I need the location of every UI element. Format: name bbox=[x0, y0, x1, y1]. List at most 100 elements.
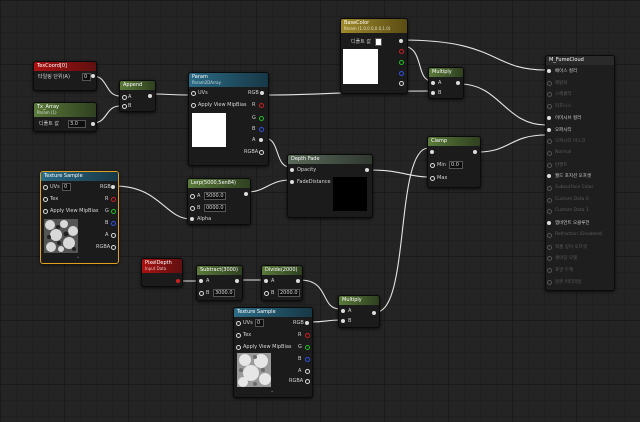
material-input-pin[interactable] bbox=[547, 104, 552, 110]
material-input-pin[interactable] bbox=[547, 115, 551, 120]
input-pin[interactable] bbox=[236, 333, 241, 338]
material-input-pin[interactable] bbox=[547, 232, 552, 238]
chevron-down-icon[interactable]: ⌄ bbox=[76, 254, 80, 260]
output-pin-red[interactable] bbox=[399, 49, 404, 54]
subtract-node[interactable]: Subtract(3000) A B 3000.0 bbox=[196, 265, 243, 301]
output-pin[interactable] bbox=[111, 233, 116, 238]
output-pin[interactable] bbox=[111, 245, 116, 250]
pixeldepth-node[interactable]: PixelDepth Input Data bbox=[141, 258, 183, 287]
output-pin[interactable] bbox=[259, 138, 263, 142]
output-pin[interactable] bbox=[111, 185, 115, 189]
value-field[interactable]: 0 bbox=[255, 319, 264, 327]
material-input-pin[interactable] bbox=[547, 139, 552, 145]
texture-sample-left-node[interactable]: Texture Sample UVs 0 Tex Apply View MipB… bbox=[40, 171, 119, 264]
material-input-pin[interactable] bbox=[547, 221, 551, 226]
output-pin[interactable] bbox=[372, 311, 376, 315]
material-input-pin[interactable] bbox=[547, 279, 552, 285]
material-input-pin[interactable] bbox=[547, 92, 552, 98]
input-pin[interactable] bbox=[431, 81, 435, 85]
input-pin[interactable] bbox=[190, 206, 195, 211]
color-swatch[interactable] bbox=[375, 38, 382, 46]
output-pin[interactable] bbox=[176, 279, 180, 283]
output-pin[interactable] bbox=[473, 150, 477, 154]
input-pin[interactable] bbox=[431, 91, 435, 95]
input-pin[interactable] bbox=[290, 180, 294, 184]
basecolor-node[interactable]: BaseColor Param (1.0,0.0,0.0,1.0) 디폴트 값 bbox=[340, 18, 408, 94]
value-field[interactable]: 0000.0 bbox=[204, 204, 226, 212]
material-input-pin[interactable] bbox=[547, 244, 552, 250]
output-pin-green[interactable] bbox=[111, 209, 116, 214]
output-pin[interactable] bbox=[235, 279, 239, 283]
output-pin-blue[interactable] bbox=[305, 357, 310, 362]
output-pin[interactable] bbox=[305, 321, 309, 325]
output-pin[interactable] bbox=[91, 74, 95, 78]
output-pin[interactable] bbox=[399, 81, 404, 86]
divide-node[interactable]: Divide(2000) A B 2000.0 bbox=[261, 265, 303, 301]
value-field[interactable]: 3000.0 bbox=[213, 289, 235, 297]
input-pin[interactable] bbox=[430, 163, 435, 168]
output-pin-red[interactable] bbox=[111, 197, 116, 202]
input-pin[interactable] bbox=[236, 345, 241, 350]
material-input-pin[interactable] bbox=[547, 127, 551, 132]
param-node[interactable]: Param Param2DArray UVs Apply View MipBias… bbox=[188, 72, 269, 166]
input-pin[interactable] bbox=[190, 194, 195, 199]
output-pin-green[interactable] bbox=[305, 345, 310, 350]
value-field[interactable]: 3.0 bbox=[68, 120, 86, 128]
multiply-top-node[interactable]: Multiply A B bbox=[428, 67, 464, 99]
material-input-pin[interactable] bbox=[547, 197, 552, 203]
material-input-pin[interactable] bbox=[547, 69, 551, 73]
value-field[interactable]: 0.0 bbox=[449, 161, 463, 169]
input-pin[interactable] bbox=[199, 291, 204, 296]
input-pin[interactable] bbox=[122, 95, 127, 100]
output-pin[interactable] bbox=[296, 279, 300, 283]
output-pin[interactable] bbox=[399, 39, 403, 43]
input-pin[interactable] bbox=[191, 103, 196, 108]
tex-array-node[interactable]: Tx_Array Param (1) 디폴트 값 3.0 bbox=[33, 102, 97, 132]
material-input-pin[interactable] bbox=[547, 162, 552, 168]
input-pin[interactable] bbox=[43, 209, 48, 214]
output-pin[interactable] bbox=[148, 94, 152, 98]
input-pin[interactable] bbox=[341, 309, 345, 313]
output-pin[interactable] bbox=[456, 81, 460, 85]
output-pin-blue[interactable] bbox=[399, 71, 404, 76]
output-pin-red[interactable] bbox=[259, 103, 264, 108]
output-pin[interactable] bbox=[260, 91, 264, 95]
value-field[interactable]: 5000.0 bbox=[204, 192, 226, 200]
value-field[interactable]: 2000.0 bbox=[278, 289, 300, 297]
output-pin-blue[interactable] bbox=[111, 221, 116, 226]
clamp-node[interactable]: Clamp Min 0.0 Max bbox=[427, 136, 481, 188]
material-input-pin[interactable] bbox=[547, 80, 552, 86]
output-pin-green[interactable] bbox=[399, 60, 404, 65]
output-pin-blue[interactable] bbox=[259, 127, 264, 132]
output-pin[interactable] bbox=[91, 122, 95, 126]
material-input-pin[interactable] bbox=[547, 256, 552, 262]
input-pin[interactable] bbox=[290, 168, 294, 172]
input-pin[interactable] bbox=[264, 291, 269, 296]
input-pin[interactable] bbox=[190, 217, 194, 221]
output-pin[interactable] bbox=[305, 379, 310, 384]
input-pin[interactable] bbox=[43, 185, 48, 190]
input-pin[interactable] bbox=[236, 321, 241, 326]
input-pin[interactable] bbox=[43, 197, 48, 202]
chevron-down-icon[interactable]: ⌄ bbox=[270, 388, 274, 394]
output-pin-red[interactable] bbox=[305, 333, 310, 338]
texcoord-node[interactable]: TexCoord[0] 타일링 단위(A) 0 bbox=[33, 61, 97, 91]
append-node[interactable]: Append A B bbox=[119, 80, 156, 112]
output-pin[interactable] bbox=[365, 168, 369, 172]
output-pin-green[interactable] bbox=[259, 116, 264, 121]
output-pin[interactable] bbox=[244, 192, 248, 196]
input-pin[interactable] bbox=[122, 104, 127, 109]
input-pin[interactable] bbox=[430, 176, 435, 181]
material-input-pin[interactable] bbox=[547, 150, 552, 156]
input-pin[interactable] bbox=[341, 319, 345, 323]
texture-sample-bottom-node[interactable]: Texture Sample UVs 0 Tex Apply View MipB… bbox=[233, 307, 313, 398]
multiply-bottom-node[interactable]: Multiply A B bbox=[338, 295, 380, 328]
input-pin[interactable] bbox=[430, 150, 434, 154]
material-input-pin[interactable] bbox=[547, 209, 552, 215]
input-pin[interactable] bbox=[191, 91, 196, 96]
value-field[interactable]: 0 bbox=[82, 73, 91, 81]
depth-fade-node[interactable]: Depth Fade Opacity FadeDistance bbox=[287, 154, 373, 218]
material-input-pin[interactable] bbox=[547, 267, 552, 273]
input-pin[interactable] bbox=[199, 279, 203, 283]
lerp-node[interactable]: Lerp(5000,5en84) A 5000.0 B 0000.0 Alpha bbox=[187, 178, 251, 225]
